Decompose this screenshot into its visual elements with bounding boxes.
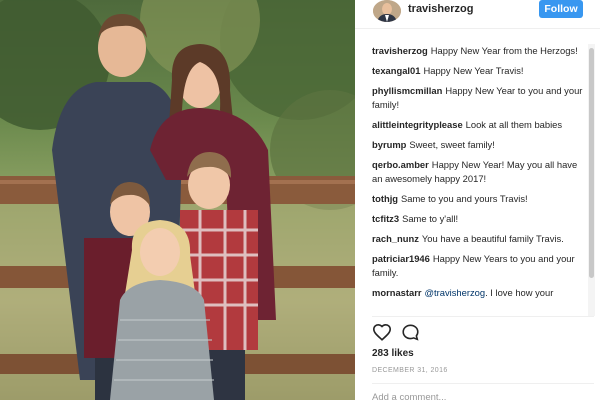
comment-text: Happy New Year Travis! [423, 65, 524, 76]
divider [372, 316, 594, 317]
follow-button[interactable]: Follow [539, 0, 583, 18]
comment-item: alittleintegrityplease Look at all them b… [372, 118, 584, 132]
avatar[interactable] [373, 0, 401, 22]
scrollbar-thumb[interactable] [589, 48, 594, 278]
comment-item: phyllismcmillan Happy New Year to you and… [372, 84, 584, 112]
avatar-image [373, 0, 401, 22]
likes-count[interactable]: 283 likes [372, 348, 414, 359]
comment-username[interactable]: tcfitz3 [372, 213, 399, 224]
comment-text: You have a beautiful family Travis. [421, 233, 564, 244]
comment-text: Sweet, sweet family! [409, 139, 495, 150]
comment-icon[interactable] [401, 323, 420, 346]
username[interactable]: travisherzog [408, 3, 473, 15]
comment-item: byrump Sweet, sweet family! [372, 138, 584, 152]
comments-scrollbar[interactable] [588, 44, 595, 316]
comment-item: rach_nunz You have a beautiful family Tra… [372, 232, 584, 246]
comment-item: tcfitz3 Same to y'all! [372, 212, 584, 226]
comment-username[interactable]: patriciar1946 [372, 253, 430, 264]
post-date: DECEMBER 31, 2016 [372, 367, 448, 374]
post-header: travisherzog Follow [355, 0, 600, 29]
comment-text: Same to you and yours Travis! [401, 193, 528, 204]
comment-item: tothjg Same to you and yours Travis! [372, 192, 584, 206]
comment-list[interactable]: travisherzog Happy New Year from the Herz… [372, 44, 584, 316]
heart-icon[interactable] [372, 323, 392, 346]
divider [372, 383, 594, 384]
comment-username[interactable]: byrump [372, 139, 406, 150]
comment-item: mornastarr @travisherzog. I love how your [372, 286, 584, 300]
post-photo [0, 0, 355, 400]
comment-item: patriciar1946 Happy New Years to you and … [372, 252, 584, 280]
post-side-panel: travisherzog Follow travisherzog Happy Ne… [355, 0, 600, 403]
comment-text: . I love how your [485, 287, 554, 298]
comment-item: travisherzog Happy New Year from the Herz… [372, 44, 584, 58]
comment-mention[interactable]: @travisherzog [425, 287, 486, 298]
comment-username[interactable]: mornastarr [372, 287, 422, 298]
comment-username[interactable]: rach_nunz [372, 233, 419, 244]
comment-username[interactable]: texangal01 [372, 65, 420, 76]
comment-username[interactable]: qerbo.amber [372, 159, 429, 170]
comment-text: Same to y'all! [402, 213, 459, 224]
comment-username[interactable]: alittleintegrityplease [372, 119, 463, 130]
post-actions [372, 323, 432, 343]
comment-item: texangal01 Happy New Year Travis! [372, 64, 584, 78]
comment-username[interactable]: phyllismcmillan [372, 85, 442, 96]
add-comment-input[interactable]: Add a comment... [372, 392, 594, 406]
family-photo-illustration [0, 0, 355, 400]
comment-item: qerbo.amber Happy New Year! May you all h… [372, 158, 584, 186]
comment-username[interactable]: tothjg [372, 193, 398, 204]
comment-text: Look at all them babies [465, 119, 563, 130]
comment-text: Happy New Year from the Herzogs! [430, 45, 578, 56]
comment-username[interactable]: travisherzog [372, 45, 428, 56]
